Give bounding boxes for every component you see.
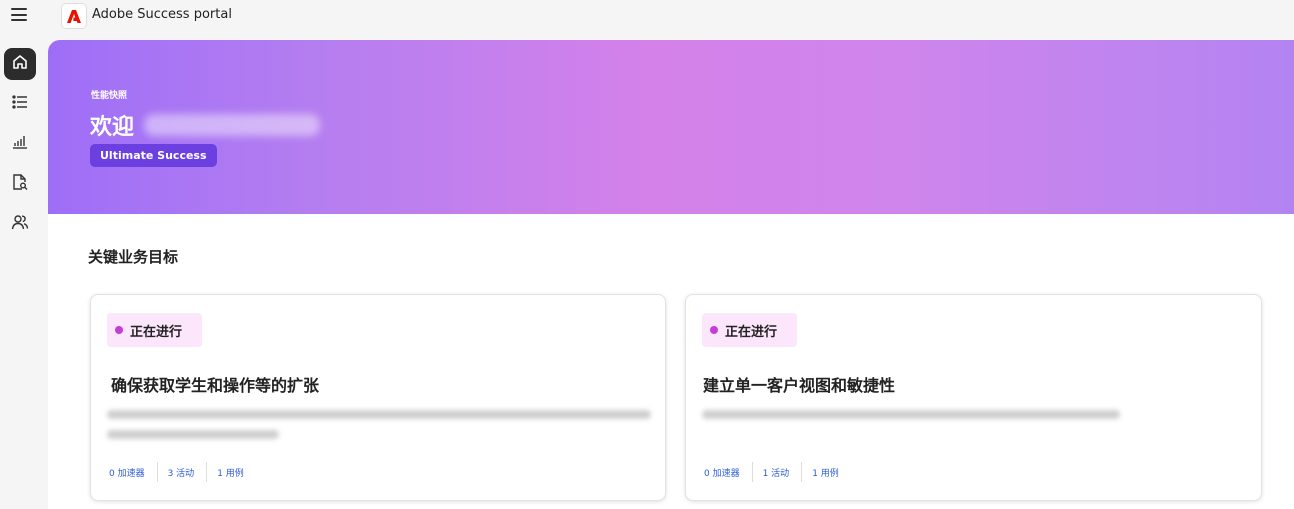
redacted-description-line <box>702 410 1120 419</box>
main-content: 性能快照 欢迎 Ultimate Success 关键业务目标 正在进行 确保获… <box>48 40 1294 509</box>
sidebar-item-users[interactable] <box>4 208 36 240</box>
goal-title: 确保获取学生和操作等的扩张 <box>111 376 320 395</box>
home-icon <box>11 53 29 75</box>
goal-card[interactable]: 正在进行 建立单一客户视图和敏捷性 0 加速器 1 活动 1 用例 <box>685 294 1262 501</box>
sidebar-nav <box>0 40 48 509</box>
sidebar-item-analytics[interactable] <box>4 128 36 160</box>
activities-link[interactable]: 1 活动 <box>763 466 802 479</box>
users-icon <box>11 213 29 235</box>
status-dot-icon <box>115 326 123 334</box>
bar-chart-icon <box>11 133 29 155</box>
top-bar: Adobe Success portal <box>0 0 1294 32</box>
divider <box>801 462 803 482</box>
hero-banner: 性能快照 欢迎 Ultimate Success <box>48 40 1294 214</box>
welcome-heading: 欢迎 <box>90 109 321 141</box>
goal-stats: 0 加速器 1 活动 1 用例 <box>704 461 851 483</box>
divider <box>156 462 158 482</box>
activities-link[interactable]: 3 活动 <box>168 466 207 479</box>
status-badge: 正在进行 <box>107 313 202 347</box>
cases-link[interactable]: 1 用例 <box>812 466 851 479</box>
app-title[interactable]: Adobe Success portal <box>92 7 232 22</box>
accelerators-link[interactable]: 0 加速器 <box>109 466 157 479</box>
document-search-icon <box>11 173 29 195</box>
status-dot-icon <box>710 326 718 334</box>
hero-eyebrow: 性能快照 <box>91 91 128 101</box>
adobe-logo-icon[interactable] <box>61 3 87 29</box>
welcome-label: 欢迎 <box>90 115 135 140</box>
accelerators-link[interactable]: 0 加速器 <box>704 466 752 479</box>
goal-stats: 0 加速器 3 活动 1 用例 <box>109 461 256 483</box>
redacted-account-name <box>144 114 321 136</box>
sidebar-item-list[interactable] <box>4 88 36 120</box>
sidebar-item-home[interactable] <box>4 48 36 80</box>
divider <box>206 462 208 482</box>
status-badge: 正在进行 <box>702 313 797 347</box>
goal-title: 建立单一客户视图和敏捷性 <box>703 376 896 395</box>
list-icon <box>11 93 29 115</box>
goal-card[interactable]: 正在进行 确保获取学生和操作等的扩张 0 加速器 3 活动 1 用例 <box>90 294 666 501</box>
redacted-description-line <box>107 430 279 439</box>
redacted-description-line <box>107 410 651 419</box>
cases-link[interactable]: 1 用例 <box>217 466 256 479</box>
status-label: 正在进行 <box>130 324 183 340</box>
plan-badge: Ultimate Success <box>90 144 217 167</box>
hamburger-menu-icon[interactable] <box>11 8 27 22</box>
divider <box>751 462 753 482</box>
sidebar-item-search-docs[interactable] <box>4 168 36 200</box>
section-title: 关键业务目标 <box>88 248 179 266</box>
status-label: 正在进行 <box>725 324 778 340</box>
